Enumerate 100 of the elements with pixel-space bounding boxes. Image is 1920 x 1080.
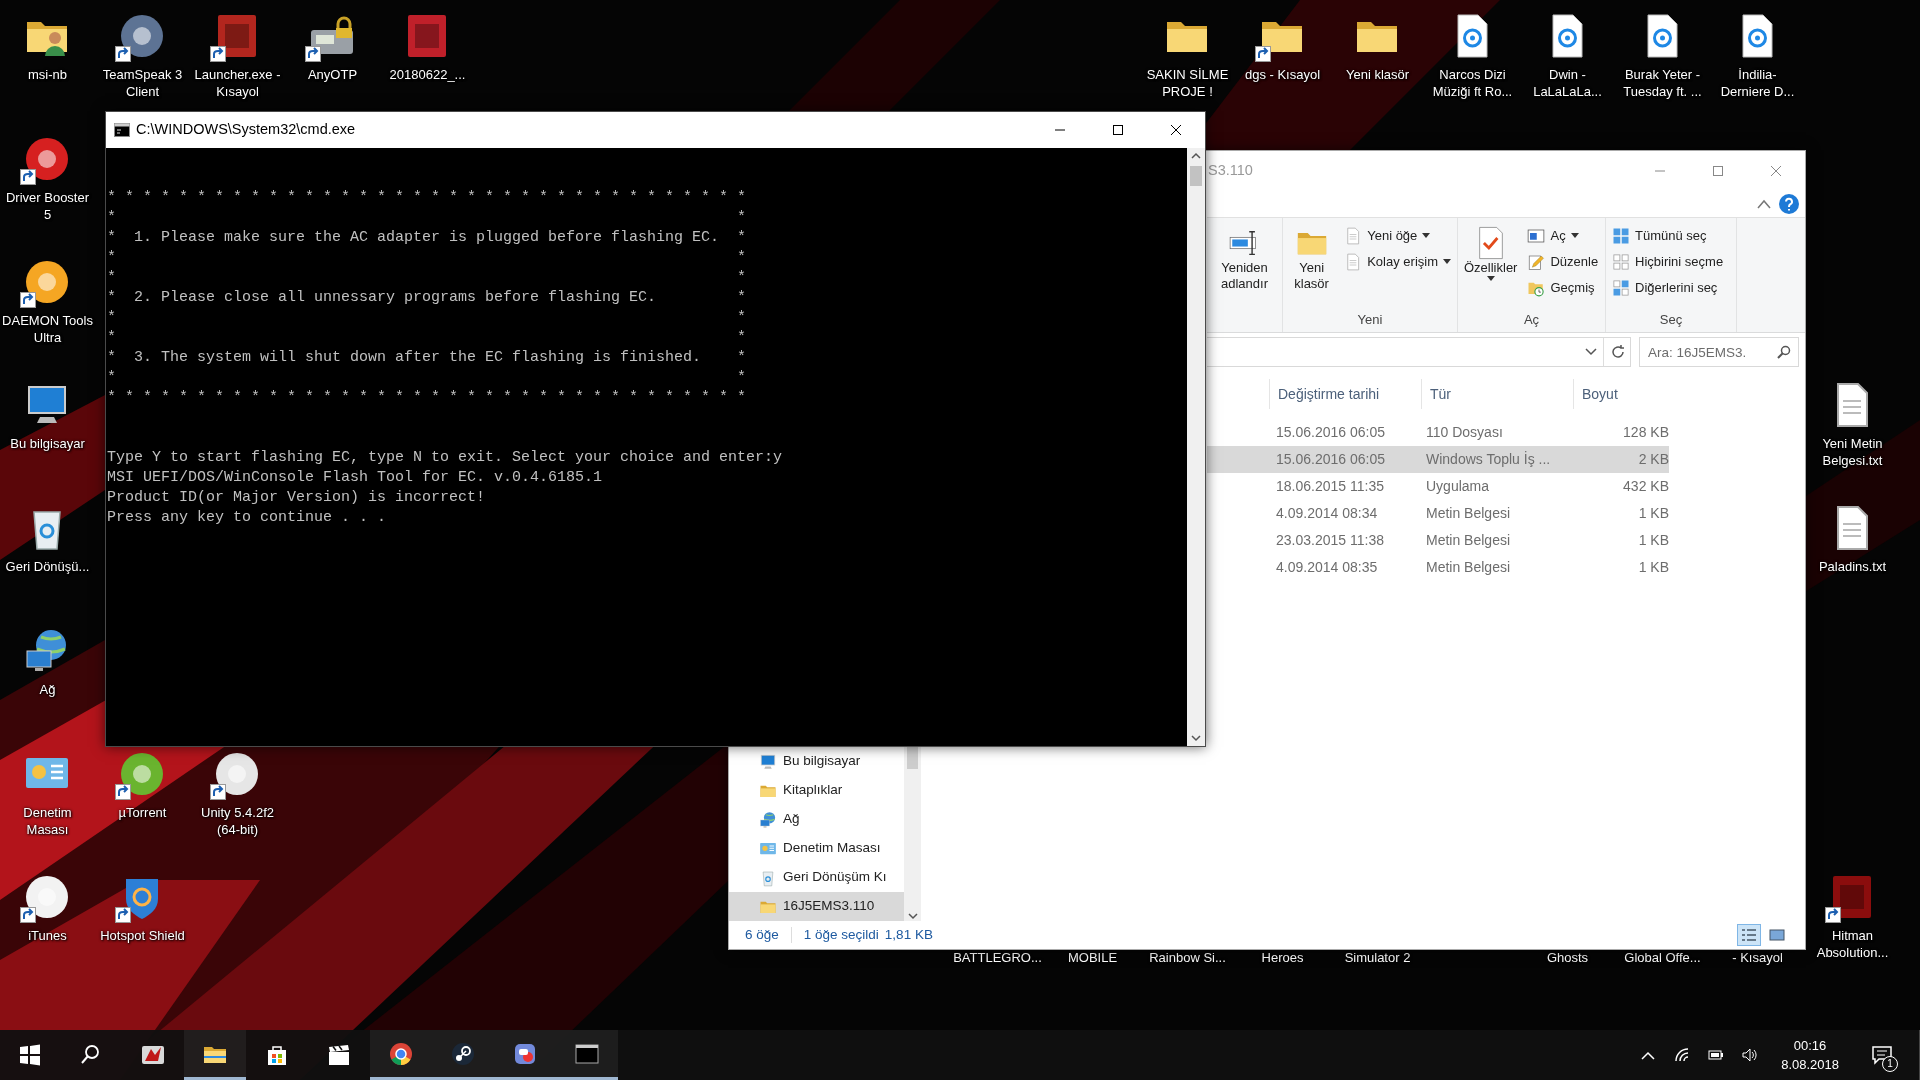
- network-icon: [759, 810, 777, 829]
- type-cell-text: Metin Belgesi: [1425, 531, 1512, 550]
- round-app-icon[interactable]: [118, 750, 166, 798]
- pencil-icon: [1527, 252, 1546, 271]
- icon-label: Burak Yeter - Tuesday ft. ...: [1622, 66, 1703, 100]
- clock-time[interactable]: 00:16: [1793, 1036, 1827, 1055]
- icon-label: MOBILE: [1066, 949, 1119, 966]
- help-icon[interactable]: [1779, 194, 1799, 214]
- nav-item[interactable]: Denetim Masası: [729, 834, 904, 863]
- icon-label: Bu bilgisayar: [9, 435, 86, 452]
- search-field[interactable]: Ara: 16J5EMS3.: [1639, 337, 1799, 367]
- file-row[interactable]: 18.06.2015 11:35 Uygulama 432 KB: [1207, 473, 1669, 500]
- console-line: * 2. Please close all unnessary programs before flashing EC. *: [107, 288, 748, 308]
- scrollbar-thumb[interactable]: [1190, 166, 1202, 186]
- scrollbar[interactable]: [1187, 148, 1205, 746]
- icon-label: SAKIN SİLME PROJE !: [1145, 66, 1230, 100]
- scrollbar-thumb[interactable]: [907, 745, 918, 769]
- ribbon-button[interactable]: Özellikler: [1462, 222, 1520, 310]
- scrollbar[interactable]: [904, 745, 921, 921]
- collapse-ribbon-icon[interactable]: [1757, 199, 1771, 209]
- ribbon-button[interactable]: Yeni öğe: [1342, 224, 1453, 247]
- round-app-icon[interactable]: [23, 258, 71, 306]
- nav-item[interactable]: 16J5EMS3.110: [729, 892, 904, 921]
- date-cell-text: 4.09.2014 08:35: [1275, 558, 1379, 577]
- ribbon-button[interactable]: Aç: [1525, 224, 1601, 247]
- recycle-bin-icon: [759, 868, 777, 887]
- speech-bubble-icon: [1871, 1045, 1893, 1065]
- icon-label: iTunes: [27, 927, 68, 944]
- icon-label: msi-nb: [27, 66, 68, 83]
- size-cell-text: 1 KB: [1637, 558, 1669, 577]
- icon-label: Paladins.txt: [1817, 558, 1888, 575]
- file-row[interactable]: 15.06.2016 06:05 110 Dosyası 128 KB: [1207, 419, 1669, 446]
- icon-label: Simulator 2: [1343, 949, 1412, 966]
- taskbar-button[interactable]: [184, 1030, 246, 1080]
- icon-label: dgs - Kısayol: [1243, 66, 1322, 83]
- chevron-down-icon[interactable]: [1585, 348, 1597, 356]
- nav-item[interactable]: Ağ: [729, 805, 904, 834]
- refresh-icon[interactable]: [1610, 344, 1626, 360]
- nav-item[interactable]: Bu bilgisayar: [729, 747, 904, 776]
- empty-grid-icon: [1612, 252, 1630, 271]
- ribbon-button[interactable]: Diğerlerini seç: [1610, 276, 1726, 299]
- date-cell-text: 15.06.2016 06:05: [1275, 450, 1386, 469]
- column-header[interactable]: Değiştirme tarihi: [1269, 379, 1421, 409]
- windows-logo-icon: [18, 1043, 42, 1067]
- window-title: S3.110: [1208, 161, 1253, 181]
- date-cell-text: 4.09.2014 08:34: [1275, 504, 1379, 523]
- battery-icon[interactable]: [1707, 1047, 1726, 1063]
- round-app-icon[interactable]: [118, 12, 166, 60]
- icon-label: Driver Booster 5: [4, 189, 91, 223]
- taskbar-button[interactable]: [556, 1030, 618, 1080]
- icon-label: Hotspot Shield: [99, 927, 186, 944]
- window-icon: [1527, 226, 1546, 245]
- console-line: MSI UEFI/DOS/WinConsole Flash Tool for EC. v.0.4.6185.1: [107, 468, 604, 488]
- ribbon-button[interactable]: Yeniden adlandır: [1211, 222, 1278, 332]
- console-line: * *: [107, 328, 748, 348]
- type-cell-text: 110 Dosyası: [1425, 423, 1504, 442]
- icon-label: TeamSpeak 3 Client: [101, 66, 184, 100]
- scroll-down-icon[interactable]: [907, 913, 918, 921]
- file-row[interactable]: 15.06.2016 06:05 Windows Toplu İş ... 2 KB: [1207, 446, 1669, 473]
- details-view-button[interactable]: [1737, 924, 1761, 946]
- icon-label: İndilia- Derniere D...: [1719, 66, 1796, 100]
- console-line: * *: [107, 268, 748, 288]
- icon-label: 20180622_...: [388, 66, 467, 83]
- file-row[interactable]: 23.03.2015 11:38 Metin Belgesi 1 KB: [1207, 527, 1669, 554]
- console-line: * *: [107, 308, 748, 328]
- nav-item[interactable]: Geri Dönüşüm Kı: [729, 863, 904, 892]
- notifications-button[interactable]: 1: [1857, 1030, 1907, 1080]
- ribbon-button[interactable]: Tümünü seç: [1610, 224, 1726, 247]
- column-header[interactable]: Boyut: [1573, 379, 1673, 409]
- console-line: * * * * * * * * * * * * * * * * * * * * * * * * * * * * * * * * * * * *: [107, 188, 748, 208]
- close-icon: [1770, 165, 1782, 177]
- file-row[interactable]: 4.09.2014 08:35 Metin Belgesi 1 KB: [1207, 554, 1669, 581]
- console-line: * 1. Please make sure the AC adapter is plugged before flashing EC. *: [107, 228, 748, 248]
- clock-date[interactable]: 8.08.2018: [1781, 1055, 1839, 1074]
- ribbon-group-label: Aç: [1522, 311, 1541, 329]
- round-app-icon[interactable]: [213, 750, 261, 798]
- size-cell-text: 2 KB: [1637, 450, 1669, 469]
- round-app-icon[interactable]: [23, 873, 71, 921]
- thumbnail-icon: [1769, 928, 1785, 942]
- ribbon-button[interactable]: Geçmiş: [1525, 276, 1601, 299]
- volume-icon[interactable]: [1741, 1047, 1760, 1063]
- ribbon-button[interactable]: Yeni klasör: [1287, 222, 1337, 310]
- console-line: * *: [107, 368, 748, 388]
- ribbon-group-label: Seç: [1658, 311, 1684, 329]
- column-header[interactable]: Tür: [1421, 379, 1573, 409]
- search-icon[interactable]: [1777, 345, 1791, 359]
- file-row[interactable]: 4.09.2014 08:34 Metin Belgesi 1 KB: [1207, 500, 1669, 527]
- icon-label: DAEMON Tools Ultra: [2, 312, 93, 346]
- ribbon-button[interactable]: Düzenle: [1525, 250, 1601, 273]
- console-line: * 3. The system will shut down after the EC flashing is finished. *: [107, 348, 748, 368]
- round-app-icon[interactable]: [23, 135, 71, 183]
- icon-label: Geri Dönüşü...: [4, 558, 91, 575]
- nav-item[interactable]: Kitaplıklar: [729, 776, 904, 805]
- ribbon-button[interactable]: Hiçbirini seçme: [1610, 250, 1726, 273]
- taskbar-button[interactable]: [370, 1030, 432, 1080]
- icon-label: µTorrent: [117, 804, 168, 821]
- ribbon-button[interactable]: Kolay erişim: [1342, 250, 1453, 273]
- icon-label: BATTLEGRO...: [952, 949, 1043, 966]
- computer-icon: [759, 752, 777, 771]
- icon-label: Yeni Metin Belgesi.txt: [1821, 435, 1884, 469]
